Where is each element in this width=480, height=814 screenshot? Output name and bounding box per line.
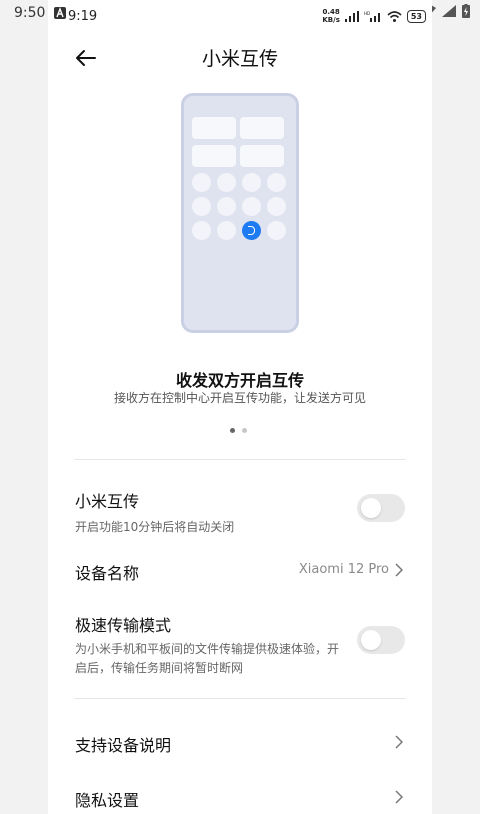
battery-level: 53 bbox=[406, 9, 426, 23]
network-speed-value: 0.48 bbox=[322, 8, 340, 16]
xiaomi-transfer-toggle[interactable] bbox=[357, 494, 405, 522]
page-title: 小米互传 bbox=[201, 48, 278, 70]
notification-a-icon bbox=[54, 7, 66, 19]
illustration-tile bbox=[192, 117, 236, 139]
setting-speed-mode[interactable]: 极速传输模式 为小米手机和平板间的文件传输提供极速体验，开启后，传输任务期间将暂… bbox=[75, 612, 405, 678]
illustration-dot bbox=[192, 197, 211, 216]
cell-signal-icon bbox=[442, 5, 456, 17]
status-bar: 9:19 0.48 KB/s HD 53 bbox=[48, 0, 432, 34]
illustration-dot bbox=[217, 173, 236, 192]
wifi-icon bbox=[387, 10, 402, 22]
setting-title: 隐私设置 bbox=[75, 791, 140, 810]
setting-supported-devices[interactable]: 支持设备说明 bbox=[75, 732, 405, 755]
phone-mockup bbox=[181, 93, 299, 333]
section-divider bbox=[74, 698, 406, 699]
setting-device-name[interactable]: 设备名称 Xiaomi 12 Pro bbox=[75, 560, 405, 583]
svg-text:HD: HD bbox=[364, 11, 370, 16]
illustration-tile bbox=[240, 117, 284, 139]
illustration-dot bbox=[192, 173, 211, 192]
status-icons: 0.48 KB/s HD 53 bbox=[322, 8, 426, 24]
signal-bars-icon bbox=[344, 10, 359, 22]
illustration-tile bbox=[192, 145, 236, 167]
pager-dot[interactable] bbox=[242, 428, 247, 433]
illustration-tile bbox=[240, 145, 284, 167]
chevron-right-icon bbox=[395, 735, 403, 749]
host-clock: 9:50 bbox=[14, 5, 46, 21]
illustration-dot bbox=[267, 173, 286, 192]
illustration-dot bbox=[217, 197, 236, 216]
phone-screen: 9:19 0.48 KB/s HD 53 小米互传 收发双方开启互传 接收方在控… bbox=[48, 0, 432, 814]
section-divider bbox=[74, 459, 406, 460]
network-speed: 0.48 KB/s bbox=[322, 8, 339, 24]
network-speed-unit: KB/s bbox=[322, 16, 340, 24]
control-center-illustration bbox=[181, 93, 299, 333]
speed-mode-toggle[interactable] bbox=[357, 626, 405, 654]
carousel-subtitle: 接收方在控制中心开启互传功能，让发送方可见 bbox=[113, 391, 366, 405]
illustration-dot bbox=[192, 221, 211, 240]
pager-dot-active[interactable] bbox=[230, 428, 235, 433]
setting-description: 为小米手机和平板间的文件传输提供极速体验，开启后，传输任务期间将暂时断网 bbox=[75, 642, 340, 675]
illustration-dot bbox=[267, 221, 286, 240]
setting-title: 小米互传 bbox=[75, 492, 140, 511]
hd-signal-icon: HD bbox=[364, 11, 380, 22]
setting-title: 支持设备说明 bbox=[75, 736, 172, 755]
device-name-value: Xiaomi 12 Pro bbox=[298, 562, 389, 577]
setting-description: 开启功能10分钟后将自动关闭 bbox=[75, 520, 235, 534]
setting-title: 极速传输模式 bbox=[75, 616, 172, 635]
battery-charging-icon bbox=[462, 4, 470, 18]
transfer-toggle-highlight-icon bbox=[242, 221, 261, 240]
illustration-dot bbox=[242, 173, 261, 192]
illustration-dot bbox=[217, 221, 236, 240]
carousel-title: 收发双方开启互传 bbox=[175, 371, 304, 390]
illustration-dot bbox=[267, 197, 286, 216]
illustration-dot bbox=[242, 197, 261, 216]
setting-privacy[interactable]: 隐私设置 bbox=[75, 787, 405, 810]
app-header: 小米互传 bbox=[48, 38, 432, 78]
carousel-pager[interactable] bbox=[230, 428, 247, 433]
status-time: 9:19 bbox=[68, 9, 98, 24]
chevron-right-icon bbox=[395, 563, 403, 577]
chevron-right-icon bbox=[395, 790, 403, 804]
setting-xiaomi-transfer[interactable]: 小米互传 开启功能10分钟后将自动关闭 bbox=[75, 488, 405, 537]
